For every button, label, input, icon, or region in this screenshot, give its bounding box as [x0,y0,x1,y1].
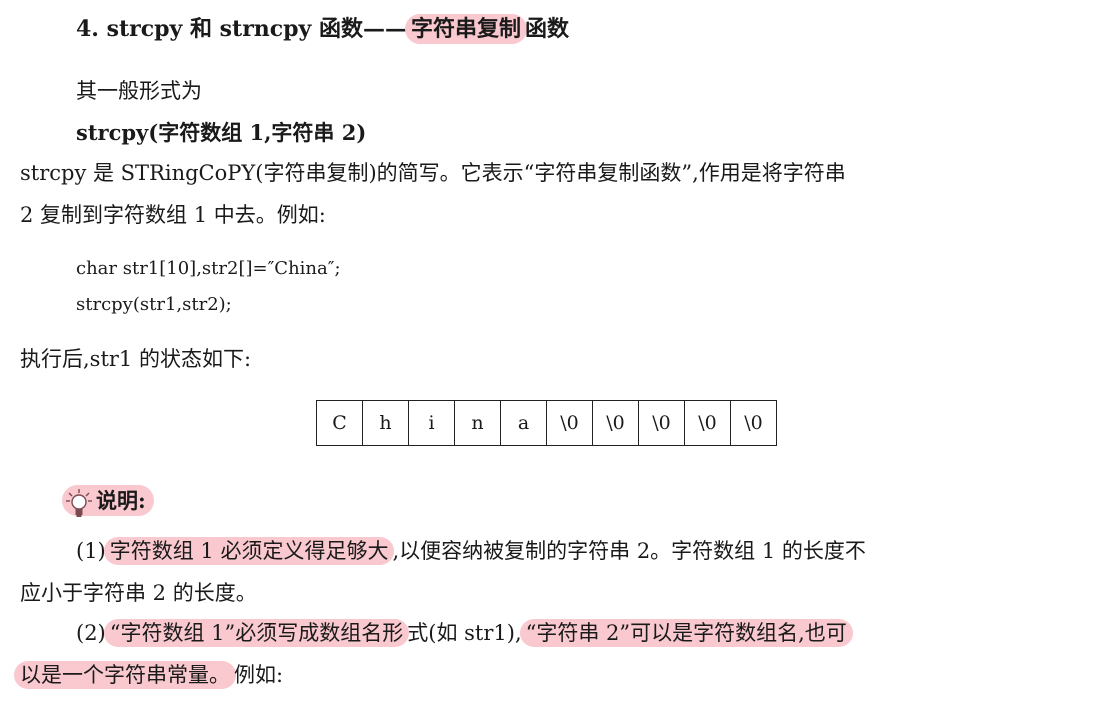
note-title-highlight: 说明: [62,485,154,517]
array-cell: \0 [592,400,639,446]
function-signature: strcpy(字符数组 1,字符串 2) [76,120,367,145]
array-cell: n [454,400,501,446]
array-cell: \0 [546,400,593,446]
section-heading: 4. strcpy 和 strncpy 函数—— 字符串复制 函数 [76,14,569,44]
heading-suffix: 函数 [525,16,570,42]
array-cell: h [362,400,409,446]
note-p2-highlight-2: “字符串 2”可以是字符数组名,也可 [519,619,853,647]
array-cell: i [408,400,455,446]
str1-array-table: C h i n a \0 \0 \0 \0 \0 [316,400,777,446]
array-cell: \0 [684,400,731,446]
note-p1-highlight: 字符数组 1 必须定义得足够大 [103,537,395,565]
general-form-label: 其一般形式为 [76,79,202,103]
heading-highlight: 字符串复制 [405,14,528,44]
array-cell: a [500,400,547,446]
heading-prefix: 4. strcpy 和 strncpy 函数—— [76,16,407,42]
code-line-1: char str1[10],str2[]=″China″; [76,258,341,279]
code-line-2: strcpy(str1,str2); [76,294,232,315]
description-line-1: strcpy 是 STRingCoPY(字符串复制)的简写。它表示“字符串复制函… [20,161,846,185]
note-p1-line-2: 应小于字符串 2 的长度。 [20,581,257,605]
note-p2-highlight-1: “字符数组 1”必须写成数组名形 [103,619,410,647]
array-cell: C [316,400,363,446]
note-p1-rest: ,以便容纳被复制的字符串 2。字符数组 1 的长度不 [392,539,866,563]
note-p1-line-1: (1) 字符数组 1 必须定义得足够大 ,以便容纳被复制的字符串 2。字符数组 1 … [76,536,866,566]
array-cell: \0 [730,400,777,446]
note-title: 说明: [96,488,146,513]
note-p2-end: 例如: [234,663,284,687]
lightbulb-icon [66,488,92,517]
note-p2-middle: 式(如 str1), [407,621,522,645]
note-title-row: 说明: [62,485,154,518]
note-p2-line-1: (2) “字符数组 1”必须写成数组名形 式(如 str1), “字符串 2”可以是字… [76,618,853,648]
description-line-2: 2 复制到字符数组 1 中去。例如: [20,203,326,227]
note-p1-number: (1) [76,539,106,563]
array-row: C h i n a \0 \0 \0 \0 \0 [316,400,777,446]
after-execution-label: 执行后,str1 的状态如下: [20,347,252,371]
note-p2-number: (2) [76,621,106,645]
note-p2-line-2: 以是一个字符串常量。 例如: [14,660,284,690]
note-p2-highlight-3: 以是一个字符串常量。 [14,661,236,689]
array-cell: \0 [638,400,685,446]
